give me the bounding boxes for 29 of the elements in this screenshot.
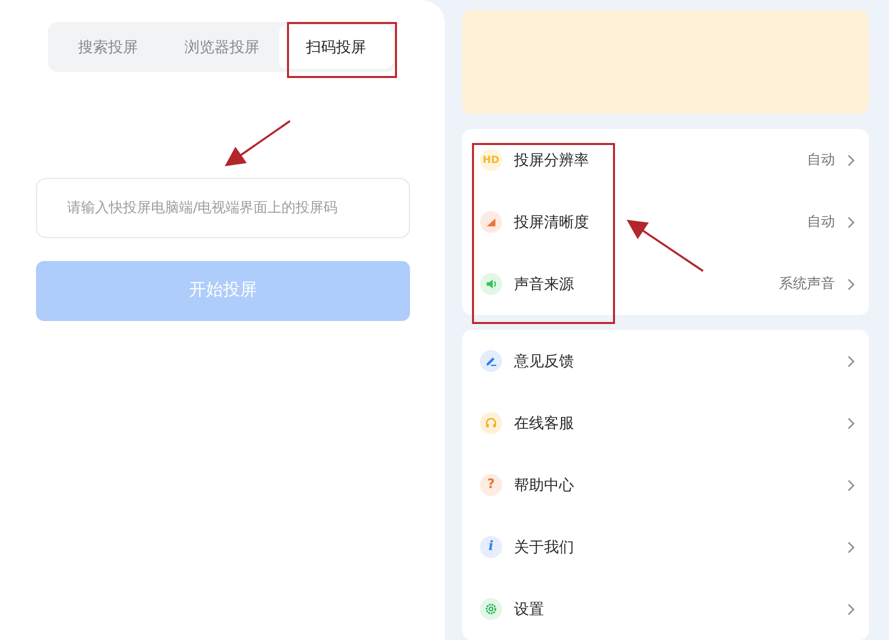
menu-item-label[interactable]: 投屏清晰度 [514,210,807,234]
code-input-field[interactable]: 请输入快投屏电脑端/电视端界面上的投屏码 [36,178,410,238]
chevron-icon [847,216,855,228]
menu-item-label[interactable]: 意见反馈 [514,350,847,372]
menu-item-label[interactable]: 关于我们 [514,536,847,558]
chevron-icon [847,478,855,492]
headset-icon [480,412,502,434]
settings-icon [480,598,502,620]
annotation-arrow [224,120,291,166]
chevron-icon [847,354,855,368]
info-icon: i [480,536,502,558]
menu-item-label[interactable]: 投屏分辨率 [514,148,807,172]
chevron-icon [847,602,855,616]
tab[interactable]: 扫码投屏 [279,25,393,69]
setting-value: 系统声音 [779,274,835,294]
chevron-icon [847,278,855,290]
hd-icon: HD [480,149,502,171]
menu-item-label[interactable]: 声音来源 [514,272,779,296]
chevron-icon [847,416,855,430]
menu-item-label[interactable]: 在线客服 [514,412,847,434]
chevron-icon [847,154,855,166]
pen-icon [480,350,502,372]
speaker-icon [480,273,502,295]
chevron-icon [847,540,855,554]
menu-item-label[interactable]: 帮助中心 [514,474,847,496]
setting-value: 自动 [807,150,835,170]
help-icon: ? [480,474,502,496]
setting-value: 自动 [807,212,835,232]
menu-item-label[interactable]: 设置 [514,598,847,620]
